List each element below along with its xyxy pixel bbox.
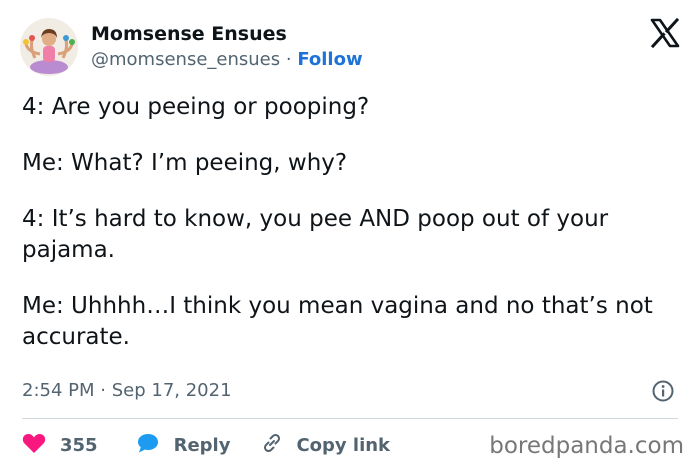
copy-link-label: Copy link: [296, 434, 391, 456]
tweet-paragraph: Me: Uhhhh…I think you mean vagina and no…: [22, 293, 653, 350]
reply-label: Reply: [173, 434, 231, 456]
tweet-paragraph: 4: It’s hard to know, you pee AND poop o…: [22, 206, 609, 263]
divider: [22, 418, 678, 419]
info-icon[interactable]: [652, 380, 674, 402]
tweet-paragraph: Me: What? I’m peeing, why?: [22, 150, 348, 176]
avatar[interactable]: [20, 18, 78, 76]
action-bar: 355 Reply Copy link: [22, 432, 390, 458]
handle-separator: ·: [285, 49, 292, 70]
x-logo-icon[interactable]: [650, 17, 680, 49]
timestamp-separator: ·: [100, 380, 106, 401]
author-handle-row: @momsense_ensues · Follow: [91, 48, 363, 72]
like-button[interactable]: 355: [22, 432, 98, 459]
author-name[interactable]: Momsense Ensues: [91, 22, 287, 46]
like-count: 355: [60, 434, 98, 456]
follow-button[interactable]: Follow: [297, 49, 362, 70]
author-handle[interactable]: @momsense_ensues: [91, 49, 280, 70]
reply-icon: [136, 432, 174, 459]
avatar-image: [23, 29, 75, 74]
link-icon: [260, 431, 296, 460]
reply-button[interactable]: Reply: [136, 432, 231, 459]
tweet-text: 4: Are you peeing or pooping? Me: What? …: [22, 92, 682, 378]
tweet-timestamp[interactable]: 2:54 PM · Sep 17, 2021: [22, 379, 232, 403]
tweet-time: 2:54 PM: [22, 380, 95, 401]
watermark: boredpanda.com: [489, 433, 684, 459]
heart-icon: [22, 432, 60, 459]
tweet-paragraph: 4: Are you peeing or pooping?: [22, 94, 370, 120]
tweet-date: Sep 17, 2021: [111, 380, 232, 401]
copy-link-button[interactable]: Copy link: [260, 431, 390, 460]
